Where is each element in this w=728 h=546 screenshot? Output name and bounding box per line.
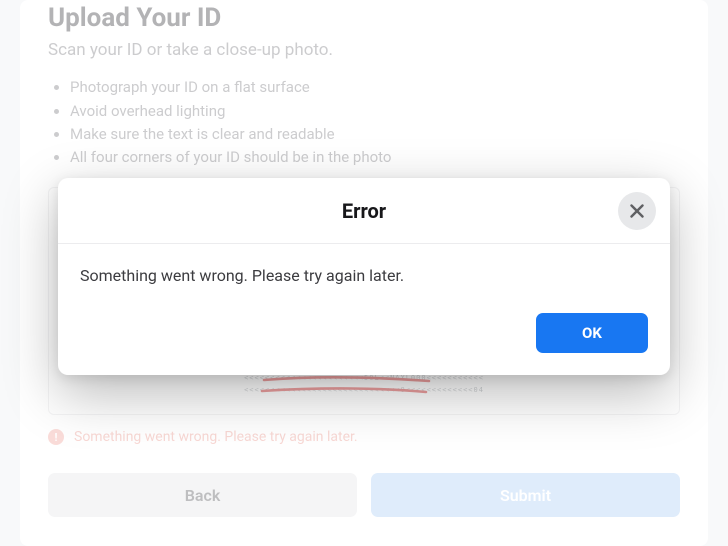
ok-button[interactable]: OK bbox=[536, 313, 648, 353]
close-icon bbox=[629, 203, 645, 219]
modal-header: Error bbox=[58, 178, 670, 244]
modal-message: Something went wrong. Please try again l… bbox=[80, 266, 648, 285]
error-modal: Error Something went wrong. Please try a… bbox=[58, 178, 670, 375]
modal-actions: OK bbox=[80, 313, 648, 353]
modal-body: Something went wrong. Please try again l… bbox=[58, 244, 670, 375]
modal-overlay: Error Something went wrong. Please try a… bbox=[0, 0, 728, 546]
modal-title: Error bbox=[342, 199, 386, 223]
close-button[interactable] bbox=[618, 192, 656, 230]
